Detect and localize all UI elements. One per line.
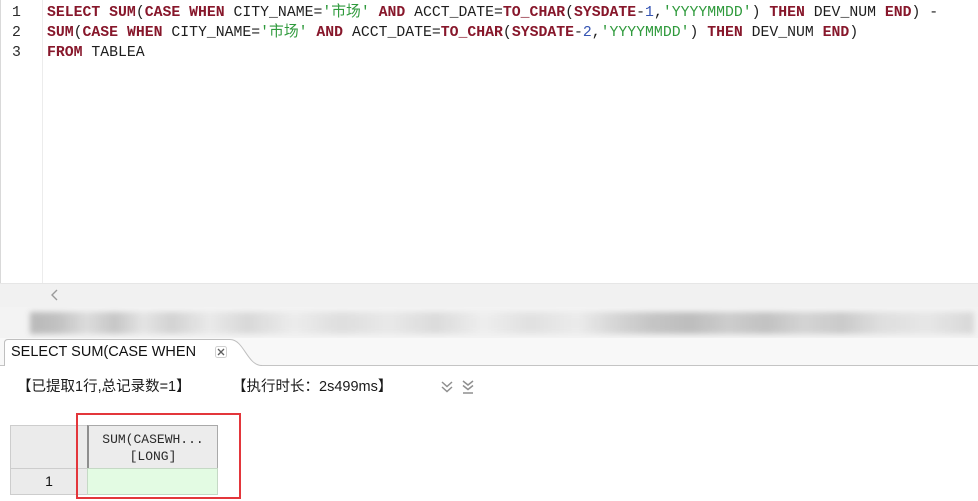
- code-line[interactable]: SUM(CASE WHEN CITY_NAME='市场' AND ACCT_DA…: [47, 23, 977, 43]
- chevron-left-icon[interactable]: [49, 288, 61, 302]
- sql-token: (: [502, 25, 512, 41]
- sql-token: TABLEA: [82, 45, 145, 61]
- sql-token: (: [565, 5, 574, 21]
- double-chevron-down-bar-glyph: [462, 380, 474, 394]
- sql-token: -: [573, 25, 583, 41]
- sql-token: SELECT: [47, 5, 101, 21]
- tab-query-result[interactable]: SELECT SUM(CASE WHEN: [4, 339, 262, 366]
- line-number: 1: [12, 5, 21, 21]
- sql-token: CASE: [144, 5, 181, 21]
- sql-token: ) -: [911, 5, 939, 21]
- sql-token: DEV_NUM: [742, 25, 823, 41]
- line-number-gutter: 1 2 3: [1, 0, 43, 283]
- sql-token: 'YYYYMMDD': [600, 25, 690, 41]
- sql-token: CITY_NAME=: [224, 5, 323, 21]
- sql-token: CITY_NAME=: [162, 25, 261, 41]
- sql-token: 2: [582, 25, 592, 41]
- sql-token: SYSDATE: [511, 25, 574, 41]
- sql-token: (: [135, 5, 145, 21]
- sql-token: AND: [378, 5, 406, 21]
- sql-token: SYSDATE: [573, 5, 637, 21]
- sql-token: DEV_NUM: [804, 5, 885, 21]
- code-line[interactable]: SELECT SUM(CASE WHEN CITY_NAME='市场' AND …: [47, 3, 977, 23]
- line-number: 3: [12, 45, 21, 61]
- sql-token: END: [822, 25, 850, 41]
- chevron-left-glyph: [51, 289, 58, 301]
- horizontal-scrollbar[interactable]: [0, 283, 978, 307]
- double-chevron-down-icon[interactable]: [439, 379, 455, 395]
- sql-token: SUM: [109, 5, 136, 21]
- sql-token: ,: [591, 25, 601, 41]
- sql-token: SUM: [47, 25, 74, 41]
- sql-token: 1: [645, 5, 654, 21]
- code-area[interactable]: SELECT SUM(CASE WHEN CITY_NAME='市场' AND …: [47, 3, 977, 63]
- double-chevron-down-glyph: [441, 381, 453, 393]
- row-number-cell[interactable]: 1: [10, 468, 88, 495]
- sql-token: END: [884, 5, 912, 21]
- sql-token: AND: [316, 25, 344, 41]
- sql-token: ): [689, 25, 708, 41]
- sql-token: CASE: [82, 25, 119, 41]
- fetched-rows-summary: 【已提取1行,总记录数=1】: [17, 379, 191, 395]
- sql-token: ACCT_DATE=: [343, 25, 441, 41]
- sql-token: TO_CHAR: [440, 25, 503, 41]
- double-chevron-down-bar-icon[interactable]: [460, 379, 476, 395]
- sql-token: WHEN: [189, 5, 225, 21]
- column-header-name: SUM(CASEWH...: [102, 432, 204, 447]
- sql-token: '市场': [260, 25, 308, 41]
- table-cell[interactable]: [87, 468, 218, 495]
- tab-label: SELECT SUM(CASE WHEN: [11, 344, 197, 360]
- sql-token: 'YYYYMMDD': [662, 5, 752, 21]
- grid-corner-cell[interactable]: [10, 425, 88, 469]
- sql-token: ): [751, 5, 770, 21]
- line-number: 2: [12, 25, 21, 41]
- sql-token: (: [73, 25, 83, 41]
- result-tab-bar: SELECT SUM(CASE WHEN: [0, 338, 978, 366]
- sql-token: ACCT_DATE=: [405, 5, 503, 21]
- sql-token: -: [636, 5, 646, 21]
- result-panel: 【已提取1行,总记录数=1】 【执行时长：2s499ms】 SUM(CASEWH…: [0, 366, 978, 501]
- sql-token: WHEN: [126, 25, 163, 41]
- sql-token: '市场': [322, 5, 370, 21]
- sql-token: THEN: [769, 5, 805, 21]
- obscured-status-region: [0, 307, 978, 338]
- code-line[interactable]: FROM TABLEA: [47, 43, 977, 63]
- sql-token: THEN: [707, 25, 743, 41]
- sql-token: TO_CHAR: [502, 5, 566, 21]
- column-header[interactable]: SUM(CASEWH... [LONG]: [87, 425, 218, 469]
- sql-editor[interactable]: 1 2 3 SELECT SUM(CASE WHEN CITY_NAME='市场…: [0, 0, 978, 283]
- sql-token: ): [849, 25, 859, 41]
- execution-time-summary: 【执行时长：2s499ms】: [232, 379, 393, 395]
- close-glyph: [215, 346, 227, 358]
- blurred-content: [30, 312, 974, 334]
- sql-token: ,: [653, 5, 663, 21]
- close-icon[interactable]: [215, 346, 227, 358]
- sql-token: FROM: [47, 45, 83, 61]
- column-header-type: [LONG]: [129, 449, 177, 464]
